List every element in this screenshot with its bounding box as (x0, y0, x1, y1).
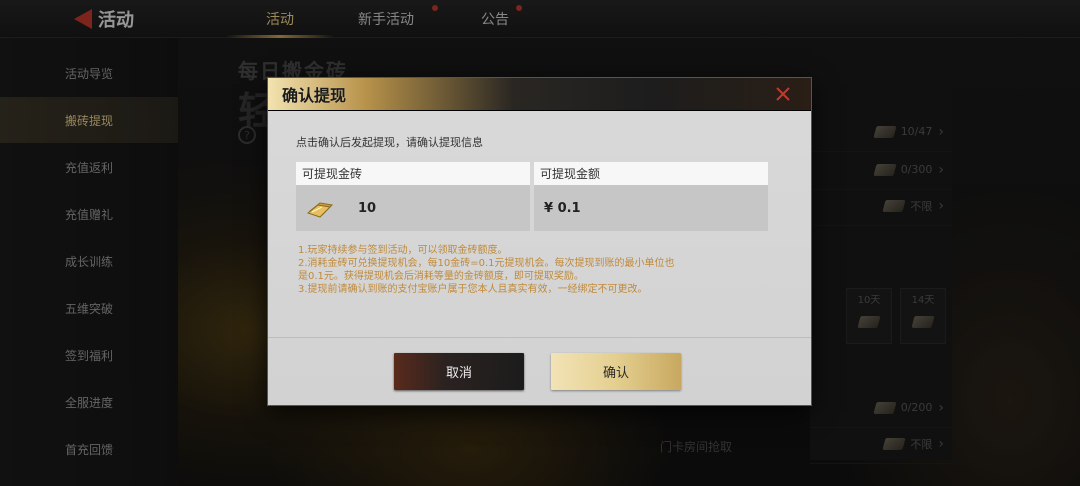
dialog-hint: 点击确认后发起提现，请确认提现信息 (296, 136, 483, 149)
cancel-button[interactable]: 取消 (394, 353, 524, 390)
dialog-title: 确认提现 (282, 86, 347, 105)
withdraw-info-table: 可提现金砖 10 可提现金额 ¥ 0.1 (296, 162, 769, 232)
rules-text: 1.玩家持续参与签到活动，可以领取金砖额度。 2.消耗金砖可兑换提现机会，每10… (298, 244, 758, 296)
brick-column-value-cell: 10 (296, 185, 530, 231)
brick-column: 可提现金砖 10 (296, 162, 530, 232)
brick-column-header: 可提现金砖 (296, 162, 530, 185)
dialog-header: 确认提现 (268, 78, 811, 111)
close-icon (776, 87, 790, 101)
withdraw-amount: ¥ 0.1 (544, 200, 581, 216)
amount-column: 可提现金额 ¥ 0.1 (534, 162, 768, 232)
withdraw-confirm-dialog: 确认提现 点击确认后发起提现，请确认提现信息 可提现金砖 10 可提现金额 ¥ … (268, 78, 811, 405)
dialog-divider (268, 337, 811, 338)
rule-line: 2.消耗金砖可兑换提现机会，每10金砖=0.1元提现机会。每次提现到账的最小单位… (298, 258, 675, 269)
brick-amount: 10 (358, 200, 377, 216)
rule-line: 1.玩家持续参与签到活动，可以领取金砖额度。 (298, 245, 508, 256)
rule-line: 是0.1元。获得提现机会后消耗等量的金砖额度，即可提取奖励。 (298, 271, 584, 282)
gold-brick-icon (306, 202, 334, 218)
confirm-button[interactable]: 确认 (551, 353, 681, 390)
amount-column-header: 可提现金额 (534, 162, 768, 185)
amount-column-value-cell: ¥ 0.1 (534, 185, 768, 231)
rule-line: 3.提现前请确认到账的支付宝账户属于您本人且真实有效，一经绑定不可更改。 (298, 284, 648, 295)
close-button[interactable] (771, 82, 795, 106)
